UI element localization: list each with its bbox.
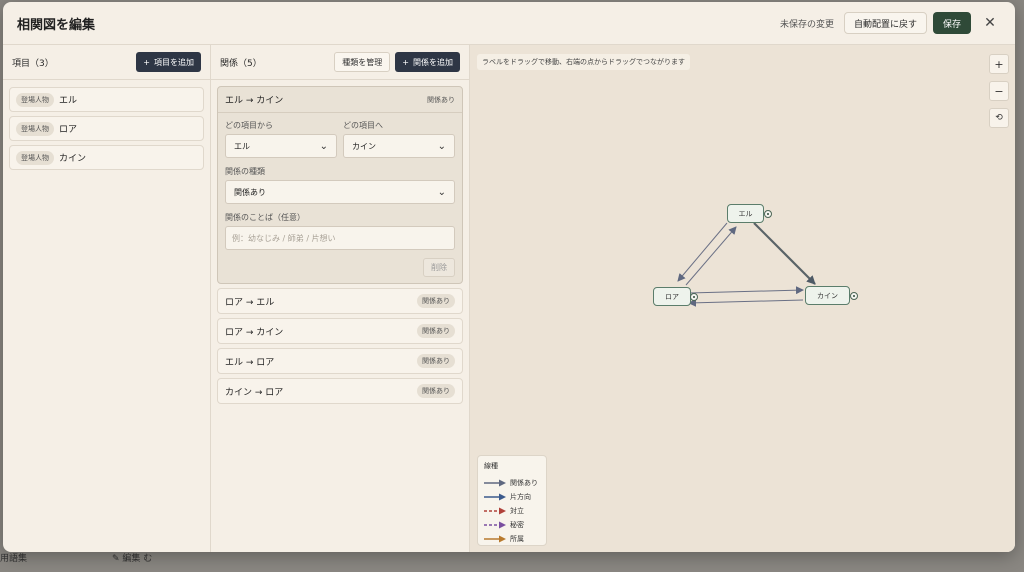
list-item[interactable]: カイン → ロア 関係あり (217, 378, 463, 404)
relation-name: ロア → カイン (225, 327, 284, 338)
add-relation-button[interactable]: + 関係を追加 (395, 52, 460, 72)
add-item-button[interactable]: + 項目を追加 (136, 52, 201, 72)
glossary-edit-link: ✎ 編集 む (112, 554, 153, 564)
item-tag: 登場人物 (16, 150, 54, 165)
items-panel: 項目（3） + 項目を追加 登場人物 エル 登場人物 ロア 登場人物 カイン (3, 45, 211, 552)
connect-handle-icon[interactable] (764, 210, 772, 218)
relation-words-input[interactable]: 例：幼なじみ / 師弟 / 片想い (225, 226, 455, 250)
relation-type-badge: 関係あり (427, 95, 455, 104)
connect-handle-icon[interactable] (690, 293, 698, 301)
legend-label: 対立 (510, 507, 524, 515)
list-item[interactable]: 登場人物 エル (9, 87, 204, 112)
legend-item: 対立 (484, 504, 540, 518)
edge-roa-cain[interactable] (688, 286, 804, 295)
chevron-down-icon: ⌄ (319, 140, 328, 152)
relation-type-badge: 関係あり (417, 324, 455, 338)
relation-type-badge: 関係あり (417, 354, 455, 368)
relation-name: ロア → エル (225, 297, 275, 308)
relation-name: エル → ロア (225, 357, 275, 368)
from-label: どの項目から (225, 121, 273, 130)
diagram-canvas[interactable]: ラベルをドラッグで移動、右端の点からドラッグでつながります + − ⟲ エル ロ… (470, 45, 1015, 552)
legend-item: 所属 (484, 532, 540, 546)
relation-name: カイン → ロア (225, 387, 284, 398)
legend-item: 関係あり (484, 476, 540, 490)
to-label: どの項目へ (343, 121, 383, 130)
item-tag: 登場人物 (16, 121, 54, 136)
edge-el-cain[interactable] (753, 222, 816, 285)
to-select[interactable]: カイン ⌄ (343, 134, 455, 158)
legend-line-icon (484, 507, 506, 515)
item-tag: 登場人物 (16, 92, 54, 107)
chevron-down-icon: ⌄ (437, 186, 446, 198)
add-relation-label: 関係を追加 (413, 57, 453, 67)
close-icon[interactable]: ✕ (979, 12, 1001, 34)
relation-map-editor-modal: 相関図を編集 未保存の変更 自動配置に戻す 保存 ✕ 項目（3） + 項目を追加… (3, 2, 1015, 552)
legend-line-icon (484, 535, 506, 543)
save-button[interactable]: 保存 (932, 12, 971, 34)
legend-label: 片方向 (510, 493, 531, 501)
list-item[interactable]: ロア → カイン 関係あり (217, 318, 463, 344)
relation-type-badge: 関係あり (417, 294, 455, 308)
legend-line-icon (484, 479, 506, 487)
edge-cain-roa[interactable] (688, 298, 804, 307)
plus-icon: + (402, 57, 409, 67)
item-name: ロア (59, 125, 78, 135)
words-label: 関係のことば（任意） (225, 213, 305, 222)
unsaved-indicator: 未保存の変更 (779, 19, 834, 30)
legend-item: 秘密 (484, 518, 540, 532)
list-item[interactable]: 登場人物 ロア (9, 116, 204, 141)
legend-line-icon (484, 493, 506, 501)
add-item-label: 項目を追加 (154, 57, 194, 67)
relation-editor-expanded: エル → カイン 関係あり どの項目から エル ⌄ どの項目へ カイン ⌄ 関係… (217, 86, 463, 284)
type-label: 関係の種類 (225, 167, 265, 176)
type-select-value: 関係あり (234, 187, 266, 197)
relation-edges (677, 222, 816, 307)
list-item[interactable]: ロア → エル 関係あり (217, 288, 463, 314)
legend-label: 関係あり (510, 479, 538, 487)
node-el[interactable]: エル (727, 204, 764, 223)
legend-label: 秘密 (510, 521, 524, 529)
legend-title: 線種 (484, 462, 498, 470)
chevron-down-icon: ⌄ (437, 140, 446, 152)
relation-name: エル → カイン (225, 96, 284, 106)
edge-roa-el[interactable] (685, 226, 737, 286)
type-select[interactable]: 関係あり ⌄ (225, 180, 455, 204)
list-item[interactable]: 登場人物 カイン (9, 145, 204, 170)
delete-relation-button[interactable]: 削除 (423, 258, 455, 277)
to-select-value: カイン (352, 141, 376, 151)
edge-el-roa[interactable] (677, 222, 728, 282)
manage-types-button[interactable]: 種類を管理 (334, 52, 391, 72)
relation-header[interactable]: エル → カイン 関係あり (218, 87, 462, 113)
modal-header: 相関図を編集 未保存の変更 自動配置に戻す 保存 ✕ (3, 2, 1015, 45)
from-select-value: エル (234, 141, 250, 151)
legend-item: 片方向 (484, 490, 540, 504)
from-select[interactable]: エル ⌄ (225, 134, 337, 158)
relations-panel-title: 関係（5） (220, 58, 262, 69)
node-cain[interactable]: カイン (805, 286, 850, 305)
legend-line-icon (484, 521, 506, 529)
modal-title: 相関図を編集 (17, 17, 96, 33)
list-item[interactable]: エル → ロア 関係あり (217, 348, 463, 374)
item-name: カイン (59, 154, 87, 164)
plus-icon: + (143, 57, 150, 67)
glossary-label: 用語集 (0, 554, 28, 564)
legend-label: 所属 (510, 535, 524, 543)
relation-type-badge: 関係あり (417, 384, 455, 398)
connect-handle-icon[interactable] (850, 292, 858, 300)
items-panel-title: 項目（3） (12, 58, 54, 69)
auto-layout-button[interactable]: 自動配置に戻す (843, 12, 927, 34)
item-name: エル (59, 96, 78, 106)
line-type-legend: 線種 関係あり 片方向 対立 秘密 所属 (477, 455, 547, 546)
node-roa[interactable]: ロア (653, 287, 691, 306)
relations-panel: 関係（5） 種類を管理 + 関係を追加 エル → カイン 関係あり どの項目から… (211, 45, 470, 552)
